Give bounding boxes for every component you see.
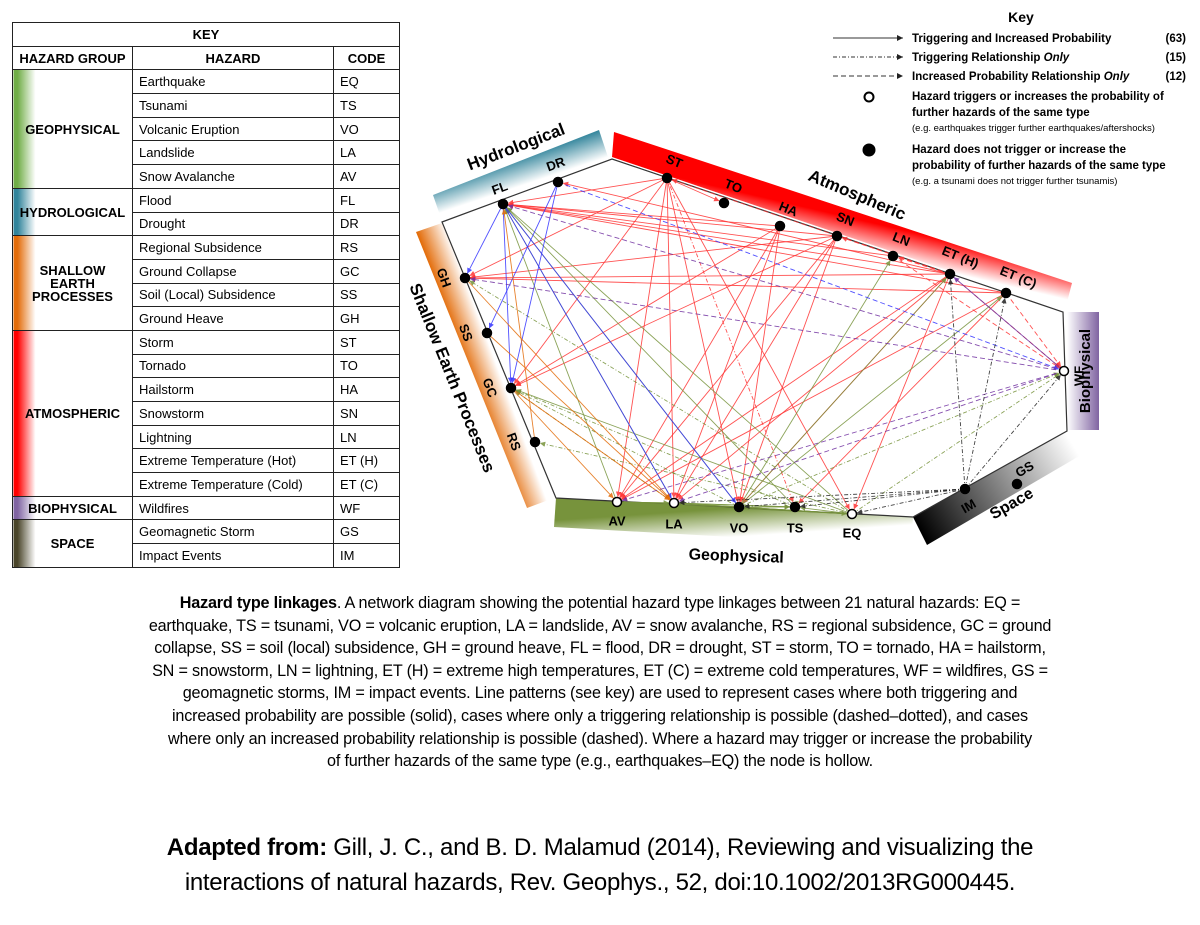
node-label: TS <box>787 520 804 535</box>
citation-bold: Adapted from: <box>166 834 327 861</box>
edge-ETH-GH <box>469 273 951 281</box>
citation-text: Gill, J. C., and B. D. Malamud (2014), R… <box>326 834 1034 861</box>
node-VO <box>733 501 745 513</box>
edge-ST-VO <box>666 177 740 503</box>
node-IM <box>959 483 971 495</box>
figure-caption: Hazard type linkages. A network diagram … <box>10 592 1190 773</box>
legend-label: Triggering Relationship Only <box>912 52 1070 64</box>
legend-node-desc: further hazards of the same type <box>912 107 1090 119</box>
caption-line: SN = snowstorm, LN = lightning, ET (H) =… <box>10 660 1190 683</box>
caption-text: where only an increased probability rela… <box>168 729 1032 748</box>
node-GH <box>459 272 471 284</box>
edge-IM-VO <box>743 488 966 509</box>
legend-node-desc: Hazard triggers or increases the probabi… <box>912 91 1164 103</box>
caption-line: Hazard type linkages. A network diagram … <box>10 592 1190 615</box>
citation: Adapted from: Gill, J. C., and B. D. Mal… <box>0 830 1200 900</box>
caption-line: where only an increased probability rela… <box>10 728 1190 751</box>
citation-text: interactions of natural hazards, Rev. Ge… <box>184 869 1016 896</box>
caption-text: geomagnetic storms, IM = impact events. … <box>182 684 1018 703</box>
legend-count: (15) <box>1166 52 1187 64</box>
node-RS <box>529 436 541 448</box>
node-TO <box>718 197 730 209</box>
citation-line: interactions of natural hazards, Rev. Ge… <box>0 865 1200 900</box>
caption-text: increased probability are possible (soli… <box>172 706 1028 725</box>
node-HA <box>774 220 786 232</box>
node-DR <box>552 176 564 188</box>
legend-label-text: Increased Probability Relationship <box>912 71 1104 83</box>
caption-line: of further hazards of the same type (e.g… <box>10 750 1190 773</box>
legend-count: (63) <box>1166 33 1187 45</box>
node-LN <box>887 250 899 262</box>
node-label: EQ <box>843 525 862 540</box>
edge-VO-ETC <box>738 295 1003 508</box>
edge-FL-VO <box>502 203 737 504</box>
legend-count: (12) <box>1166 71 1187 83</box>
caption-bold: Hazard type linkages <box>179 594 337 612</box>
edges <box>464 177 1065 517</box>
hazard-network-diagram: HydrologicalAtmosphericShallow Earth Pro… <box>405 9 1187 567</box>
node-ST <box>661 172 673 184</box>
edge-FL-GH <box>466 203 504 274</box>
caption-text: collapse, SS = soil (local) subsidence, … <box>154 639 1046 658</box>
group-label-geo: Geophysical <box>688 546 784 566</box>
caption-line: increased probability are possible (soli… <box>10 705 1190 728</box>
node-WF <box>1058 365 1070 377</box>
legend-label-italic: Only <box>1044 52 1070 64</box>
citation-line: Adapted from: Gill, J. C., and B. D. Mal… <box>0 830 1200 865</box>
caption-line: earthquake, TS = tsunami, VO = volcanic … <box>10 615 1190 638</box>
edge-ST-TS <box>666 177 794 503</box>
node-FL <box>497 198 509 210</box>
legend-hollow-node-icon <box>863 91 875 103</box>
edge-VO-ETH <box>738 277 947 508</box>
legend-node-example: (e.g. earthquakes trigger further earthq… <box>912 123 1155 134</box>
caption-line: geomagnetic storms, IM = impact events. … <box>10 682 1190 705</box>
legend-node-example: (e.g. a tsunami does not trigger further… <box>912 176 1117 187</box>
edge-HA-VO <box>737 225 781 503</box>
edge-IM-ETH <box>948 278 966 490</box>
legend-label-text: Triggering and Increased Probability <box>912 33 1112 45</box>
node-LA <box>668 497 680 509</box>
legend-label-text: Triggering Relationship <box>912 52 1044 64</box>
legend-node-desc: Hazard does not trigger or increase the <box>912 144 1126 156</box>
edge-ETC-TS <box>798 292 1007 504</box>
node-ETH <box>944 268 956 280</box>
node-label: WF <box>1071 366 1086 386</box>
caption-text: earthquake, TS = tsunami, VO = volcanic … <box>148 616 1052 635</box>
edge-ETH-EQ <box>853 273 951 510</box>
legend-label: Triggering and Increased Probability <box>912 33 1112 45</box>
node-label: VO <box>730 520 749 535</box>
node-GS <box>1011 478 1023 490</box>
node-label: AV <box>608 513 625 528</box>
caption-text: of further hazards of the same type (e.g… <box>327 752 873 771</box>
edge-IM-LA <box>678 488 966 506</box>
edge-ETH-AV <box>620 273 951 500</box>
node-SS <box>481 327 493 339</box>
node-GC <box>505 382 517 394</box>
node-TS <box>789 501 801 513</box>
caption-text: SN = snowstorm, LN = lightning, ET (H) =… <box>152 661 1048 680</box>
caption-text: . A network diagram showing the potentia… <box>336 594 1021 612</box>
node-label: LA <box>665 516 683 531</box>
node-SN <box>831 230 843 242</box>
node-AV <box>611 496 623 508</box>
group-band-space <box>913 431 1081 545</box>
legend-title: Key <box>1008 9 1034 25</box>
legend-filled-node-icon <box>862 143 876 157</box>
legend-label-italic: Only <box>1104 71 1130 83</box>
edge-ETC-GH <box>469 275 1007 294</box>
legend-node-desc: probability of further hazards of the sa… <box>912 160 1166 172</box>
caption-line: collapse, SS = soil (local) subsidence, … <box>10 637 1190 660</box>
node-ETC <box>1000 287 1012 299</box>
node-EQ <box>846 508 858 520</box>
legend-label: Increased Probability Relationship Only <box>912 71 1130 83</box>
